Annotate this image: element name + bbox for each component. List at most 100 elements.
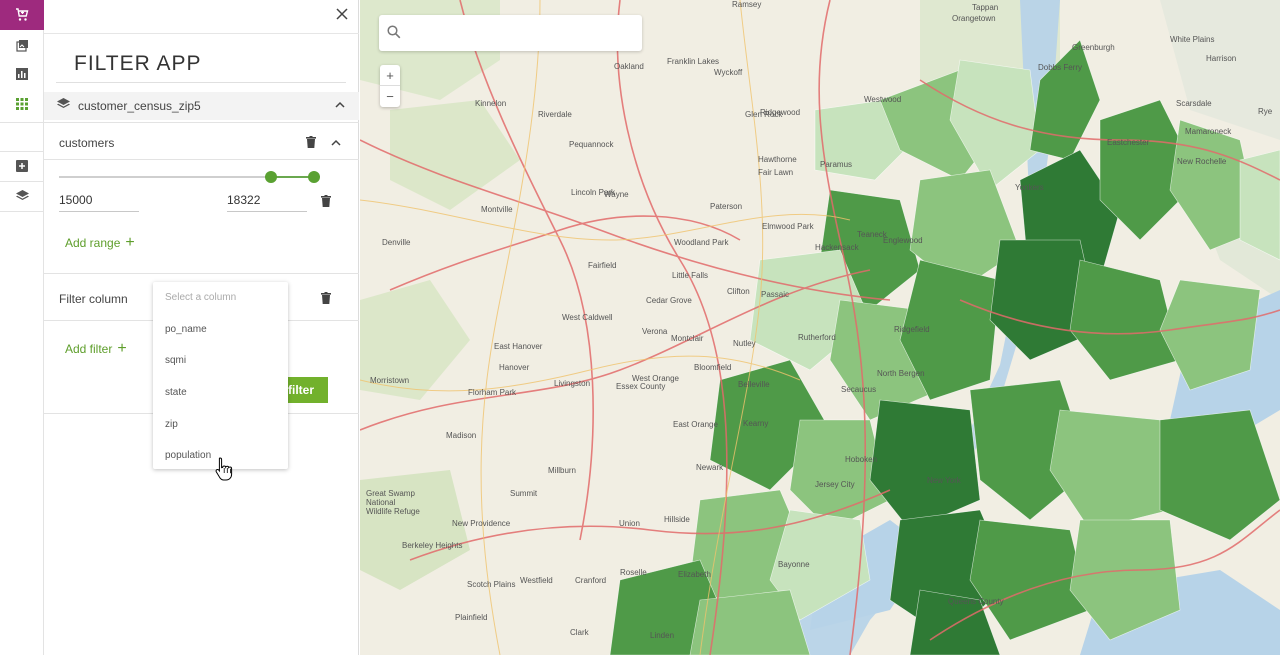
plus-icon: + bbox=[117, 340, 127, 357]
map-label: Elizabeth bbox=[678, 570, 711, 579]
map-label: Ramsey bbox=[732, 0, 762, 9]
map-label: Franklin Lakes bbox=[667, 57, 720, 66]
map-label: Passaic bbox=[761, 290, 790, 299]
gallery-button[interactable] bbox=[0, 30, 44, 60]
map-label: Yonkers bbox=[1015, 183, 1044, 192]
map-label: Jersey City bbox=[815, 480, 855, 489]
dropdown-option[interactable]: sqmi bbox=[165, 355, 280, 366]
dropdown-option[interactable]: po_name bbox=[165, 324, 280, 335]
map-label: Florham Park bbox=[468, 388, 517, 397]
map-label: Linden bbox=[650, 631, 675, 640]
map-label: Westfield bbox=[520, 576, 553, 585]
map-label: Hoboken bbox=[845, 455, 878, 464]
trash-icon[interactable] bbox=[321, 292, 331, 304]
column-select-dropdown[interactable]: Select a column po_name sqmi state zip p… bbox=[153, 282, 288, 469]
map-label: Englewood bbox=[883, 236, 923, 245]
map-label: Elmwood Park bbox=[762, 222, 814, 231]
map-view[interactable]: Ramsey Tappan Orangetown Oakland Frankli… bbox=[360, 0, 1280, 655]
map-label: Verona bbox=[642, 327, 668, 336]
map-label: Montville bbox=[481, 205, 513, 214]
map-label: Clark bbox=[570, 628, 589, 637]
map-label: Little Falls bbox=[672, 271, 709, 280]
map-label: Cedar Grove bbox=[646, 296, 692, 305]
map-label: Newark bbox=[696, 463, 724, 472]
map-label: Orangetown bbox=[952, 14, 996, 23]
cart-icon bbox=[16, 8, 29, 21]
trash-icon[interactable] bbox=[321, 195, 331, 207]
hand-cursor-icon bbox=[215, 457, 233, 481]
map-label: Lincoln Park bbox=[571, 188, 616, 197]
slider-thumb-low[interactable] bbox=[264, 171, 277, 183]
add-range-label: Add range bbox=[65, 236, 121, 250]
search-icon bbox=[387, 25, 401, 39]
map-label: New Rochelle bbox=[1177, 157, 1227, 166]
cart-icon-button[interactable] bbox=[0, 0, 44, 30]
add-layer-button[interactable] bbox=[0, 151, 44, 181]
map-label: Paramus bbox=[820, 160, 853, 169]
trash-icon[interactable] bbox=[306, 136, 316, 148]
page-title: FILTER APP bbox=[74, 52, 202, 75]
map-label: Fairfield bbox=[588, 261, 617, 270]
map-label: Secaucus bbox=[841, 385, 877, 394]
map-label: Cranford bbox=[575, 576, 607, 585]
map-label: Rutherford bbox=[798, 333, 836, 342]
map-label: White Plains bbox=[1170, 35, 1215, 44]
layers-icon bbox=[15, 190, 29, 200]
image-gallery-icon bbox=[15, 39, 28, 52]
layers-button[interactable] bbox=[0, 181, 44, 211]
map-search[interactable] bbox=[379, 15, 642, 51]
map-label: Scotch Plains bbox=[467, 580, 516, 589]
map-label: Kearny bbox=[743, 419, 769, 428]
close-icon[interactable] bbox=[334, 6, 350, 22]
dropdown-option[interactable]: zip bbox=[165, 419, 280, 430]
map-label: Westwood bbox=[864, 95, 902, 104]
map-label: Roselle bbox=[620, 568, 647, 577]
map-label: Plainfield bbox=[455, 613, 488, 622]
map-label: Oakland bbox=[614, 62, 644, 71]
map-label: New York bbox=[927, 476, 961, 485]
slider-thumb-high[interactable] bbox=[308, 171, 320, 183]
zoom-in-button[interactable]: + bbox=[380, 65, 400, 86]
map-label: Pequannock bbox=[569, 140, 614, 149]
map-label: Bayonne bbox=[778, 560, 810, 569]
map-label: Nutley bbox=[733, 339, 756, 348]
map-label: Greenburgh bbox=[1072, 43, 1115, 52]
map-label: Mamaroneck bbox=[1185, 127, 1232, 136]
map-label: Summit bbox=[510, 489, 538, 498]
zoom-control: + − bbox=[380, 65, 400, 107]
map-label: Essex County bbox=[616, 382, 666, 391]
apps-button[interactable] bbox=[0, 89, 44, 119]
map-label: Scarsdale bbox=[1176, 99, 1212, 108]
map-label: East Orange bbox=[673, 420, 718, 429]
dropdown-option[interactable]: state bbox=[165, 387, 280, 398]
map-label: Rye bbox=[1258, 107, 1273, 116]
map-label: Hillside bbox=[664, 515, 690, 524]
map-label: Queens County bbox=[948, 597, 1004, 606]
map-label: New Providence bbox=[452, 519, 511, 528]
chevron-up-icon[interactable] bbox=[335, 101, 345, 108]
chevron-up-icon[interactable] bbox=[331, 139, 341, 146]
map-label: Riverdale bbox=[538, 110, 572, 119]
map-label: Eastchester bbox=[1107, 138, 1150, 147]
map-label: Glen Rock bbox=[745, 110, 783, 119]
map-label: Woodland Park bbox=[674, 238, 729, 247]
layer-header[interactable]: customer_census_zip5 bbox=[44, 92, 359, 120]
map-label: Berkeley Heights bbox=[402, 541, 463, 550]
chart-button[interactable] bbox=[0, 59, 44, 89]
map-label: Union bbox=[619, 519, 640, 528]
filter-column-name: customers bbox=[59, 136, 115, 150]
filter-column-label: Filter column bbox=[59, 292, 128, 306]
range-slider[interactable] bbox=[59, 171, 320, 183]
map-label: Hawthorne bbox=[758, 155, 797, 164]
map-label: Denville bbox=[382, 238, 411, 247]
add-range-link[interactable]: Add range + bbox=[65, 235, 135, 251]
map-label: Paterson bbox=[710, 202, 743, 211]
add-filter-link[interactable]: Add filter + bbox=[65, 340, 127, 357]
map-label: Tappan bbox=[972, 3, 999, 12]
range-min-input[interactable] bbox=[59, 188, 139, 212]
map-search-input[interactable] bbox=[409, 23, 634, 43]
range-max-input[interactable] bbox=[227, 188, 307, 212]
map-label: Millburn bbox=[548, 466, 577, 475]
zoom-out-button[interactable]: − bbox=[380, 86, 400, 107]
icon-rail bbox=[0, 0, 44, 655]
